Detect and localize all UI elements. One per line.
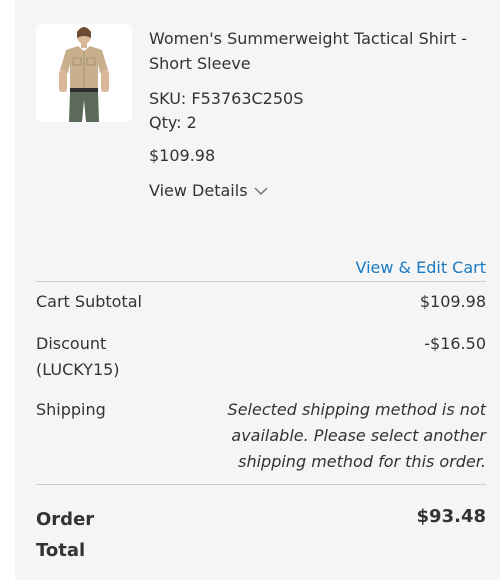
shipping-label: Shipping — [36, 400, 106, 419]
product-name[interactable]: Women's Summerweight Tactical Shirt - Sh… — [149, 26, 494, 76]
discount-value: -$16.50 — [424, 334, 486, 353]
product-sku: SKU: F53763C250S — [149, 89, 304, 108]
divider — [36, 484, 486, 485]
chevron-down-icon — [254, 186, 268, 196]
view-edit-cart-link[interactable]: View & Edit Cart — [355, 258, 486, 277]
product-image — [36, 24, 132, 122]
view-details-label: View Details — [149, 181, 248, 200]
discount-label: Discount (LUCKY15) — [36, 334, 120, 379]
order-total-label: Order Total — [36, 509, 95, 561]
shipping-message: Selected shipping method is not availabl… — [227, 400, 486, 471]
cart-subtotal-value: $109.98 — [419, 292, 486, 311]
product-thumbnail[interactable] — [36, 24, 132, 122]
order-total-value: $93.48 — [416, 506, 486, 527]
product-qty: Qty: 2 — [149, 113, 197, 132]
minicart-panel: Women's Summerweight Tactical Shirt - Sh… — [15, 0, 500, 580]
view-details-toggle[interactable]: View Details — [149, 181, 268, 200]
product-price: $109.98 — [149, 146, 216, 165]
divider — [36, 281, 486, 282]
cart-subtotal-label: Cart Subtotal — [36, 292, 142, 311]
